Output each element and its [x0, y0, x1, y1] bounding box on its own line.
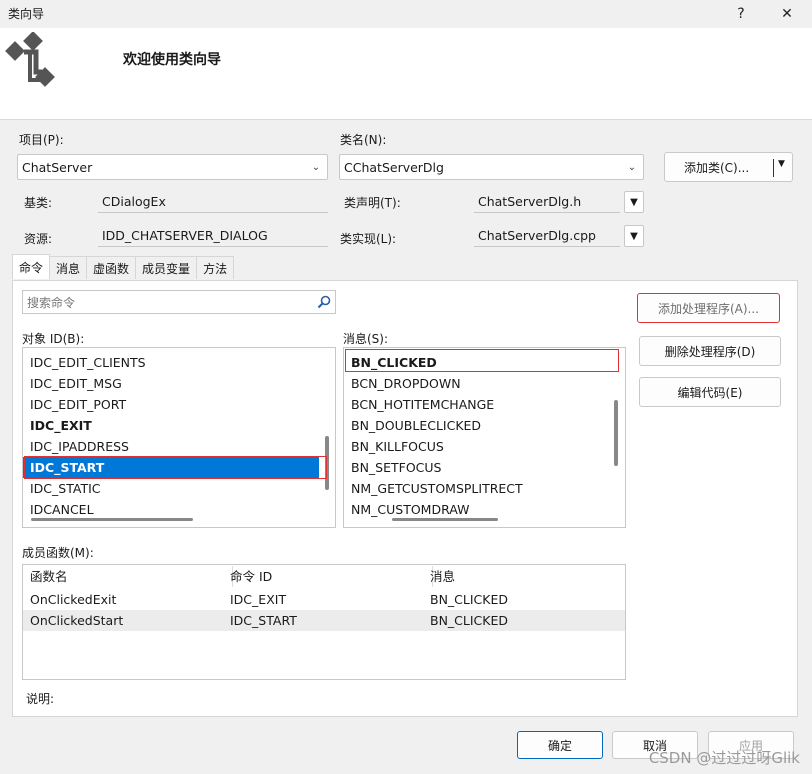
resource-field: IDD_CHATSERVER_DIALOG [98, 225, 328, 247]
column-header-command-id[interactable]: 命令 ID [223, 566, 433, 587]
base-class-field: CDialogEx [98, 191, 328, 213]
table-cell: OnClickedStart [30, 613, 124, 628]
search-input[interactable]: 搜索命令 [22, 290, 336, 314]
title-bar: 类向导 ? ✕ [0, 0, 812, 28]
list-item[interactable]: IDC_EDIT_CLIENTS [23, 352, 319, 373]
help-button[interactable]: ? [718, 0, 764, 28]
tab-messages[interactable]: 消息 [49, 256, 88, 279]
project-combo[interactable]: ChatServer ⌄ [17, 154, 328, 180]
table-row-selected[interactable]: OnClickedStart IDC_START BN_CLICKED [23, 610, 625, 631]
list-item[interactable]: IDC_EXIT [23, 415, 319, 436]
list-item[interactable]: IDC_EDIT_MSG [23, 373, 319, 394]
tab-virtual-functions[interactable]: 虚函数 [86, 256, 137, 279]
tab-commands[interactable]: 命令 [12, 254, 51, 279]
add-class-label: 添加类(C)... [684, 160, 750, 175]
highlight-box [345, 349, 619, 372]
base-class-value: CDialogEx [102, 194, 166, 209]
tab-methods[interactable]: 方法 [196, 256, 235, 279]
watermark-text: CSDN @过过过呀Glik [648, 749, 800, 767]
table-cell: IDC_START [230, 613, 297, 628]
window-title: 类向导 [8, 7, 45, 21]
list-item[interactable]: NM_GETCUSTOMSPLITRECT [344, 478, 614, 499]
list-item[interactable]: IDC_EDIT_PORT [23, 394, 319, 415]
member-functions-label: 成员函数(M): [22, 546, 94, 560]
class-impl-field: ChatServerDlg.cpp [474, 225, 620, 247]
class-wizard-logo-icon [5, 32, 55, 87]
resource-label: 资源: [24, 232, 53, 246]
object-ids-list[interactable]: IDC_EDIT_CLIENTS IDC_EDIT_MSG IDC_EDIT_P… [22, 347, 336, 528]
class-impl-value: ChatServerDlg.cpp [478, 228, 596, 243]
table-cell: BN_CLICKED [430, 613, 509, 628]
table-row[interactable]: OnClickedExit IDC_EXIT BN_CLICKED [23, 589, 625, 610]
list-item[interactable]: BN_SETFOCUS [344, 457, 614, 478]
chevron-down-icon: ⌄ [311, 161, 321, 173]
horizontal-scrollbar[interactable] [31, 518, 193, 521]
member-functions-table[interactable]: 函数名 命令 ID 消息 OnClickedExit IDC_EXIT BN_C… [22, 564, 626, 680]
resource-value: IDD_CHATSERVER_DIALOG [102, 228, 268, 243]
project-label: 项目(P): [19, 133, 64, 147]
classname-combo[interactable]: CChatServerDlg ⌄ [339, 154, 644, 180]
add-class-button[interactable]: 添加类(C)... ▼ [664, 152, 793, 182]
list-item[interactable]: BCN_DROPDOWN [344, 373, 614, 394]
classname-label: 类名(N): [340, 133, 387, 147]
class-decl-field: ChatServerDlg.h [474, 191, 620, 213]
list-item[interactable]: BN_KILLFOCUS [344, 436, 614, 457]
classname-value: CChatServerDlg [344, 159, 444, 175]
close-button[interactable]: ✕ [764, 0, 810, 28]
table-cell: OnClickedExit [30, 592, 117, 607]
add-handler-button[interactable]: 添加处理程序(A)... [637, 293, 780, 323]
base-class-label: 基类: [24, 196, 53, 210]
vertical-scrollbar[interactable] [614, 400, 618, 466]
horizontal-scrollbar[interactable] [392, 518, 498, 521]
search-placeholder: 搜索命令 [27, 295, 76, 310]
edit-code-button[interactable]: 编辑代码(E) [639, 377, 781, 407]
tab-strip: 命令 消息 虚函数 成员变量 方法 [12, 254, 235, 280]
class-decl-value: ChatServerDlg.h [478, 194, 582, 209]
column-header-function[interactable]: 函数名 [23, 566, 233, 587]
column-header-message[interactable]: 消息 [423, 566, 632, 587]
table-cell: IDC_EXIT [230, 592, 287, 607]
class-impl-dropdown[interactable]: ▼ [624, 225, 644, 247]
highlight-box [24, 456, 327, 479]
chevron-down-icon: ⌄ [627, 161, 637, 173]
caret-down-icon[interactable]: ▼ [778, 159, 785, 169]
object-ids-label: 对象 ID(B): [22, 332, 85, 346]
table-cell: BN_CLICKED [430, 592, 509, 607]
list-item[interactable]: IDCANCEL [23, 499, 319, 520]
delete-handler-button[interactable]: 删除处理程序(D) [639, 336, 781, 366]
list-item[interactable]: BCN_HOTITEMCHANGE [344, 394, 614, 415]
class-decl-label: 类声明(T): [344, 196, 401, 210]
project-value: ChatServer [22, 159, 93, 175]
tab-member-variables[interactable]: 成员变量 [135, 256, 198, 279]
list-item[interactable]: IDC_STATIC [23, 478, 319, 499]
class-impl-label: 类实现(L): [340, 232, 397, 246]
search-icon[interactable] [317, 295, 331, 309]
list-item[interactable]: NM_CUSTOMDRAW [344, 499, 614, 520]
description-label: 说明: [26, 692, 55, 706]
table-header: 函数名 命令 ID 消息 [23, 566, 625, 587]
messages-list[interactable]: BN_CLICKED BCN_DROPDOWN BCN_HOTITEMCHANG… [343, 347, 626, 528]
wizard-header: 欢迎使用类向导 [0, 28, 812, 120]
ok-button[interactable]: 确定 [517, 731, 603, 759]
list-item[interactable]: BN_DOUBLECLICKED [344, 415, 614, 436]
messages-label: 消息(S): [343, 332, 389, 346]
list-item[interactable]: IDC_IPADDRESS [23, 436, 319, 457]
split-divider [773, 159, 774, 177]
class-decl-dropdown[interactable]: ▼ [624, 191, 644, 213]
wizard-title: 欢迎使用类向导 [123, 52, 221, 68]
